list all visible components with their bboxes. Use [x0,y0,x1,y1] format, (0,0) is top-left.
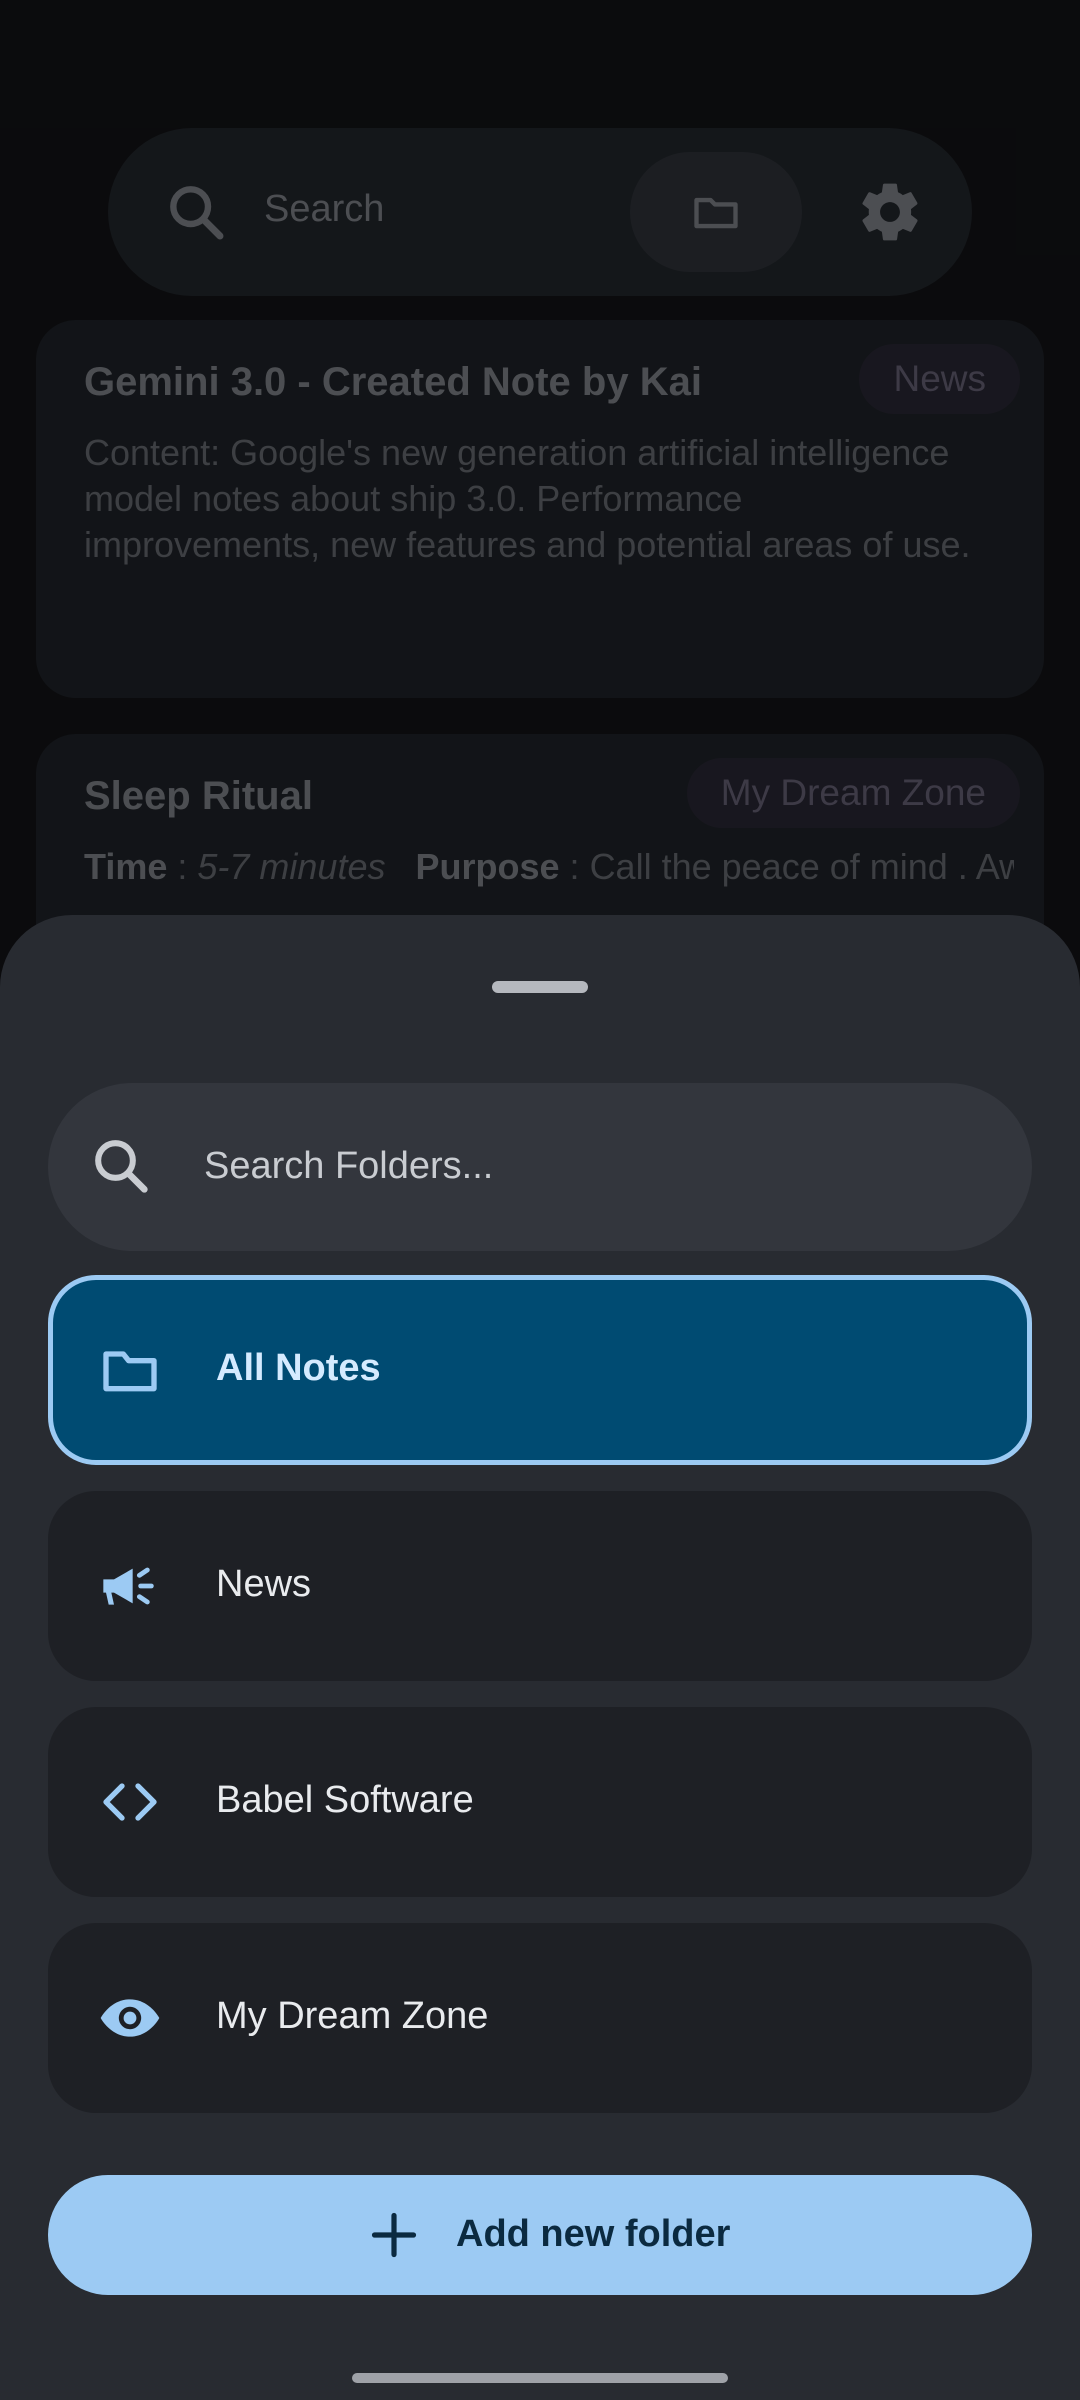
folder-item-label: News [216,1563,312,1605]
folder-item-babel-software[interactable]: Babel Software [48,1707,1032,1897]
folder-item-news[interactable]: News [48,1491,1032,1681]
add-new-folder-label: Add new folder [456,2213,731,2255]
search-icon [95,1140,148,1193]
folder-item-label: Babel Software [216,1779,474,1821]
code-icon [103,1783,157,1821]
add-new-folder-button[interactable]: Add new folder [48,2175,1032,2295]
folder-search-input[interactable]: Search Folders... [48,1083,1032,1251]
folder-item-my-dream-zone[interactable]: My Dream Zone [48,1923,1032,2113]
folder-bottom-sheet: Search Folders... All Notes News Babel S… [0,915,1080,2400]
folder-item-label: All Notes [216,1347,381,1389]
folder-item-label: My Dream Zone [216,1995,489,2037]
drag-handle[interactable] [492,981,588,993]
folder-item-all-notes[interactable]: All Notes [48,1275,1032,1465]
folder-icon [103,1351,157,1392]
eye-icon [100,1999,160,2037]
gesture-navigation-bar[interactable] [352,2373,728,2383]
megaphone-icon [103,1567,154,1605]
plus-icon [371,2212,417,2258]
folder-search-placeholder: Search Folders... [204,1145,494,1187]
